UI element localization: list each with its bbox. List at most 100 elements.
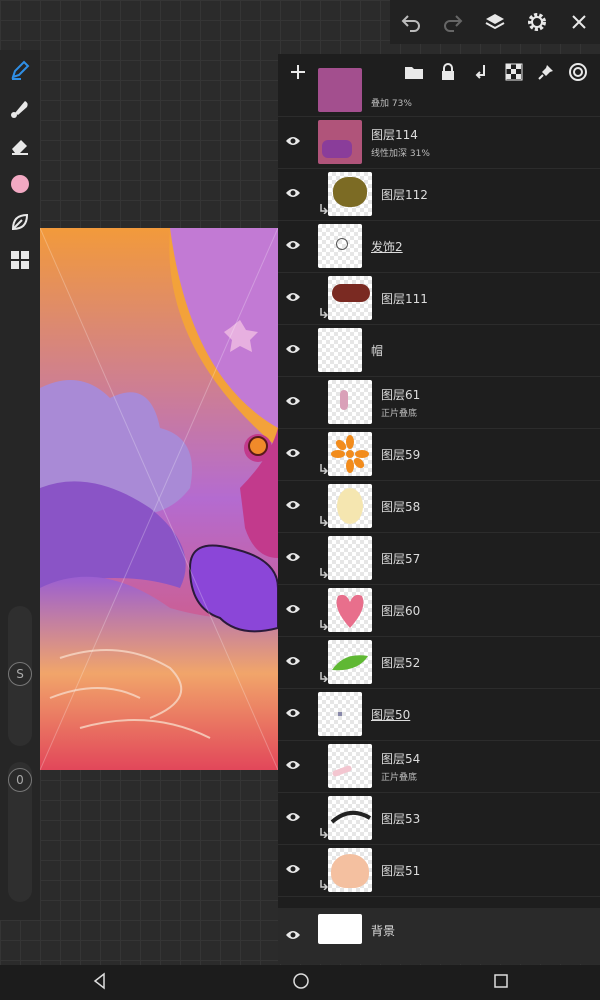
visibility-eye-icon[interactable] <box>282 286 304 308</box>
layer-row[interactable]: 图层111 <box>278 272 600 325</box>
visibility-eye-icon[interactable] <box>282 546 304 568</box>
layer-thumbnail <box>328 796 372 840</box>
color-swatch[interactable] <box>4 168 36 200</box>
clipping-arrow-icon <box>320 620 328 630</box>
size-badge: S <box>8 662 32 686</box>
visibility-eye-icon[interactable] <box>282 234 304 256</box>
layer-name: 图层114 <box>371 128 418 142</box>
layer-name: 发饰2 <box>371 240 403 254</box>
layer-thumbnail <box>328 276 372 320</box>
layer-thumbnail <box>328 380 372 424</box>
visibility-eye-icon[interactable] <box>282 702 304 724</box>
visibility-eye-icon[interactable] <box>282 924 304 946</box>
layer-name: 图层61 <box>381 388 421 402</box>
layer-name: 图层59 <box>381 448 421 462</box>
layer-row[interactable]: 图层57 <box>278 532 600 585</box>
visibility-eye-icon[interactable] <box>282 858 304 880</box>
clipping-arrow-icon <box>320 308 328 318</box>
layer-row[interactable]: 图层114 线性加深 31% <box>278 116 600 169</box>
system-nav-bar <box>0 965 600 1000</box>
layer-row[interactable]: 图层51 <box>278 844 600 897</box>
layer-row[interactable]: 图层50 <box>278 688 600 741</box>
redo-icon[interactable] <box>437 6 469 38</box>
clipping-arrow-icon <box>320 516 328 526</box>
layer-name: 图层51 <box>381 864 421 878</box>
leaf-icon[interactable] <box>4 206 36 238</box>
eraser-icon[interactable] <box>4 130 36 162</box>
visibility-eye-icon[interactable] <box>282 494 304 516</box>
clipping-arrow-icon <box>320 880 328 890</box>
layer-row[interactable]: 图层54 正片叠底 <box>278 740 600 793</box>
layer-thumbnail <box>328 484 372 528</box>
layer-thumbnail <box>318 914 362 944</box>
layer-name: 图层60 <box>381 604 421 618</box>
visibility-eye-icon[interactable] <box>282 806 304 828</box>
layer-row[interactable]: 图层53 <box>278 792 600 845</box>
layer-blend-mode: 线性加深 31% <box>371 149 430 159</box>
layer-thumbnail <box>328 744 372 788</box>
visibility-eye-icon[interactable] <box>282 182 304 204</box>
artwork-canvas[interactable] <box>40 228 278 770</box>
layer-thumbnail <box>328 640 372 684</box>
tool-strip: S 0 <box>0 50 40 920</box>
clipping-arrow-icon <box>320 672 328 682</box>
layer-thumbnail <box>318 120 362 164</box>
smudge-icon[interactable] <box>4 92 36 124</box>
recents-icon[interactable] <box>493 973 509 993</box>
layer-name: 图层50 <box>371 708 411 722</box>
visibility-eye-icon[interactable] <box>282 130 304 152</box>
layer-blend-mode: 正片叠底 <box>381 409 418 419</box>
layer-row[interactable]: 图层112 <box>278 168 600 221</box>
layer-name: 图层52 <box>381 656 421 670</box>
pen-icon[interactable] <box>4 54 36 86</box>
layer-row[interactable]: 发饰2 <box>278 220 600 273</box>
layer-thumbnail <box>328 848 372 892</box>
layer-name: 背景 <box>371 924 396 938</box>
layer-name: 图层58 <box>381 500 421 514</box>
layer-thumbnail <box>318 68 362 112</box>
brush-size-slider[interactable]: S <box>8 606 32 746</box>
top-toolbar <box>390 0 600 44</box>
layer-thumbnail <box>328 588 372 632</box>
layer-row[interactable]: 帽 <box>278 324 600 377</box>
visibility-eye-icon[interactable] <box>282 338 304 360</box>
layer-row[interactable]: 图层60 <box>278 584 600 637</box>
layers-icon[interactable] <box>479 6 511 38</box>
layer-name: 图层112 <box>381 188 428 202</box>
close-icon[interactable] <box>563 6 595 38</box>
layer-name: 帽 <box>371 344 384 358</box>
visibility-eye-icon[interactable] <box>282 754 304 776</box>
clipping-arrow-icon <box>320 204 328 214</box>
layer-blend-mode: 正片叠底 <box>381 773 418 783</box>
clipping-arrow-icon <box>320 464 328 474</box>
opacity-slider[interactable]: 0 <box>8 762 32 902</box>
layer-name: 图层57 <box>381 552 421 566</box>
opacity-badge: 0 <box>8 768 32 792</box>
layer-thumbnail <box>328 172 372 216</box>
layer-row[interactable]: 图层58 <box>278 480 600 533</box>
undo-icon[interactable] <box>395 6 427 38</box>
layer-thumbnail <box>328 432 372 476</box>
layer-row[interactable]: 图层52 <box>278 636 600 689</box>
clipping-arrow-icon <box>320 568 328 578</box>
home-icon[interactable] <box>292 972 310 994</box>
layer-thumbnail <box>318 224 362 268</box>
layer-row[interactable]: 图层59 <box>278 428 600 481</box>
layer-blend-mode: 叠加 73% <box>371 99 412 109</box>
visibility-eye-icon[interactable] <box>282 598 304 620</box>
visibility-eye-icon[interactable] <box>282 650 304 672</box>
layer-row[interactable]: 叠加 73% <box>278 64 600 117</box>
visibility-eye-icon[interactable] <box>282 390 304 412</box>
grid-icon[interactable] <box>4 244 36 276</box>
layers-panel: 叠加 73% 图层114 线性加深 31% 图层112 发饰2 图层111 帽 … <box>278 54 600 964</box>
layer-name: 图层54 <box>381 752 421 766</box>
visibility-eye-icon[interactable] <box>282 442 304 464</box>
layer-row-background[interactable]: 背景 <box>278 908 600 964</box>
layer-row[interactable]: 图层61 正片叠底 <box>278 376 600 429</box>
clipping-arrow-icon <box>320 828 328 838</box>
back-icon[interactable] <box>91 971 109 994</box>
layer-name: 图层111 <box>381 292 428 306</box>
layer-thumbnail <box>328 536 372 580</box>
layer-thumbnail <box>318 328 362 372</box>
gear-icon[interactable] <box>521 6 553 38</box>
